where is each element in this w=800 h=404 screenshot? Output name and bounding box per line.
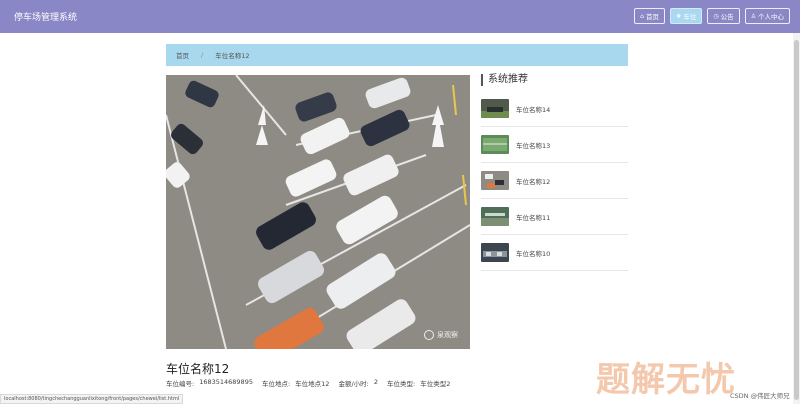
space-location-label: 车位地点: <box>261 380 291 388</box>
nav-home-label: 首页 <box>645 13 659 21</box>
csdn-watermark: CSDN @伟匠大师兄 <box>730 392 790 400</box>
recommend-thumb-image <box>481 171 509 190</box>
watermark-logo-icon <box>424 330 434 340</box>
parking-icon: ❖ <box>675 12 682 20</box>
photo-watermark: 泉观察 <box>424 330 458 340</box>
nav-notice-label: 公告 <box>720 13 734 21</box>
space-number-value: 1683514689895 <box>199 378 253 386</box>
recommend-item-label: 车位名称14 <box>516 105 551 114</box>
recommendation-sidebar: 系统推荐 车位名称14 车位名称13 车位名称12 车位名称11 车位名称10 <box>481 74 628 271</box>
top-navigation-bar: 停车场管理系统 ⌂ 首页 ❖ 车位 ◷ 公告 ♙ 个人中心 <box>0 0 800 33</box>
space-number-label: 车位编号: <box>166 380 195 388</box>
nav-user-center-button[interactable]: ♙ 个人中心 <box>744 8 790 24</box>
space-location-value: 车位地点12 <box>295 380 330 388</box>
recommend-item-11[interactable]: 车位名称11 <box>481 199 628 235</box>
recommend-thumb-image <box>481 135 509 154</box>
sidebar-title: 系统推荐 <box>481 74 628 86</box>
photo-watermark-text: 泉观察 <box>437 331 458 339</box>
breadcrumb-home-link[interactable]: 首页 <box>176 50 189 60</box>
browser-status-url: localhost:8080/tingchechangguanlixitong/… <box>0 394 184 404</box>
app-title[interactable]: 停车场管理系统 <box>14 10 77 23</box>
breadcrumb-current: 车位名称12 <box>215 52 250 60</box>
parking-space-details: 车位编号: 1683514689895 车位地点: 车位地点12 金额/小时: … <box>166 378 454 388</box>
recommend-item-label: 车位名称12 <box>516 177 551 186</box>
recommend-item-14[interactable]: 车位名称14 <box>481 91 628 127</box>
hourly-price-label: 金额/小时: <box>338 380 369 388</box>
user-icon: ♙ <box>750 12 756 20</box>
recommend-item-label: 车位名称13 <box>516 141 551 150</box>
notice-icon: ◷ <box>713 12 719 20</box>
nav-notice-button[interactable]: ◷ 公告 <box>707 8 740 24</box>
hourly-price-value: 2 <box>373 378 378 386</box>
recommend-item-label: 车位名称10 <box>516 249 551 258</box>
breadcrumb: 首页 / 车位名称12 <box>166 44 628 66</box>
nav-parking-label: 车位 <box>683 13 697 21</box>
nav-parking-button[interactable]: ❖ 车位 <box>669 8 703 24</box>
breadcrumb-separator: / <box>201 51 204 59</box>
space-type-label: 车位类型: <box>386 380 416 388</box>
parking-lot-photo: 泉观察 <box>166 75 470 349</box>
recommend-thumb-image <box>481 243 509 262</box>
parking-lot-illustration <box>166 75 470 349</box>
recommend-thumb-image <box>481 207 509 226</box>
space-type-value: 车位类型2 <box>420 380 451 388</box>
recommend-thumb-image <box>481 99 509 118</box>
nav-home-button[interactable]: ⌂ 首页 <box>634 8 665 24</box>
nav-user-center-label: 个人中心 <box>758 13 784 21</box>
recommend-item-10[interactable]: 车位名称10 <box>481 235 628 271</box>
main-nav: ⌂ 首页 ❖ 车位 ◷ 公告 ♙ 个人中心 <box>634 8 790 24</box>
home-icon: ⌂ <box>640 12 644 20</box>
recommend-item-13[interactable]: 车位名称13 <box>481 127 628 163</box>
page-scrollbar-thumb[interactable] <box>794 40 799 400</box>
parking-space-title: 车位名称12 <box>166 362 230 376</box>
brand-watermark: 题解无忧 <box>596 360 736 400</box>
recommend-item-12[interactable]: 车位名称12 <box>481 163 628 199</box>
recommend-item-label: 车位名称11 <box>516 213 551 222</box>
